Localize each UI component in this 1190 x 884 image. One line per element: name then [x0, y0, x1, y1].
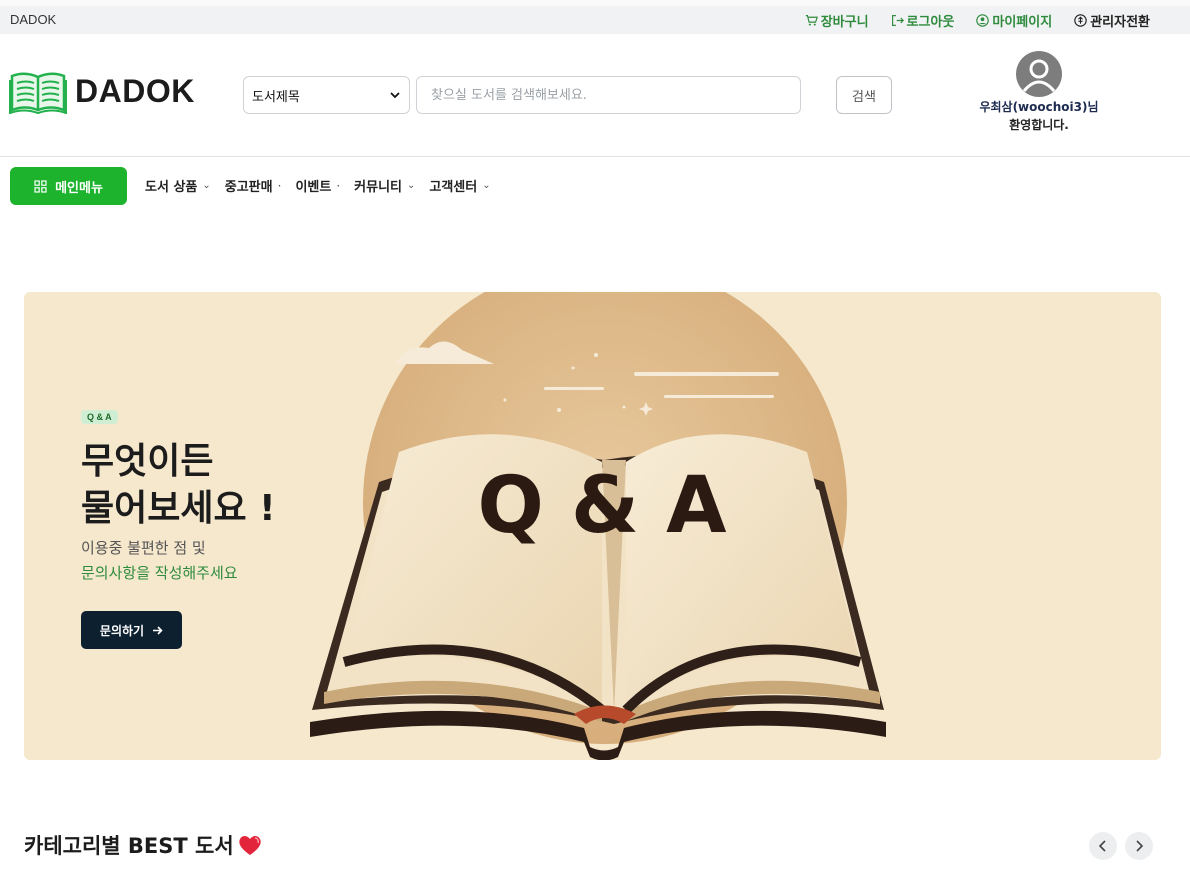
main-menu-label: 메인메뉴 — [55, 180, 103, 196]
user-circle-icon — [976, 14, 990, 27]
admin-switch-icon — [1074, 14, 1087, 27]
logo-text: DADOK — [75, 72, 195, 109]
nav-item-support[interactable]: 고객센터 ⌄ — [429, 176, 490, 195]
search-button[interactable]: 검색 — [836, 76, 892, 114]
headline-line-1: 무엇이든 — [81, 441, 214, 482]
admin-switch-link[interactable]: 관리자전환 — [1074, 11, 1150, 30]
cart-link[interactable]: 장바구니 — [805, 11, 869, 30]
chevron-down-icon: ⌄ — [482, 180, 491, 191]
next-arrow-button[interactable] — [1125, 832, 1153, 860]
user-panel: 우최삼(woochoi3)님 환영합니다. — [966, 51, 1112, 134]
best-section-title: 카테고리별 BEST 도서 — [24, 830, 264, 860]
cart-icon — [805, 15, 818, 26]
grid-icon — [34, 179, 47, 193]
user-name: 우최삼(woochoi3)님 — [979, 100, 1099, 114]
nav-item-events[interactable]: 이벤트 · — [295, 176, 341, 196]
mypage-link[interactable]: 마이페이지 — [976, 11, 1052, 30]
qna-banner: Q & A Q & A 무엇이든 물어보세요 ! 이용중 불편한 점 및 문의사… — [24, 292, 1161, 760]
main-menu-button[interactable]: 메인메뉴 — [10, 167, 127, 205]
best-title-text: 카테고리별 BEST 도서 — [24, 834, 234, 858]
search-input[interactable] — [416, 76, 801, 114]
ask-question-button[interactable]: 문의하기 — [81, 611, 182, 649]
chevron-down-icon — [390, 92, 400, 99]
banner-sub-line-1: 이용중 불편한 점 및 — [81, 539, 206, 557]
nav-item-community[interactable]: 커뮤니티 ⌄ — [354, 176, 415, 195]
chevron-left-icon — [1098, 840, 1106, 852]
admin-switch-label: 관리자전환 — [1090, 15, 1150, 30]
dot-icon: · — [277, 178, 282, 193]
nav-item-label: 이벤트 — [295, 180, 332, 195]
banner-headline: 무엇이든 물어보세요 ! — [81, 438, 276, 532]
avatar[interactable] — [1016, 51, 1062, 97]
book-qna-text: Q & A — [477, 461, 726, 551]
mypage-label: 마이페이지 — [992, 15, 1053, 30]
nav-item-label: 중고판매 — [224, 180, 273, 195]
logout-icon — [891, 15, 904, 26]
logout-link[interactable]: 로그아웃 — [891, 11, 955, 30]
chevron-right-icon — [1136, 840, 1144, 852]
search-category-value: 도서제목 — [252, 89, 300, 105]
qna-badge: Q & A — [81, 410, 118, 424]
banner-sub-line-2: 문의사항을 작성해주세요 — [81, 564, 238, 582]
cart-label: 장바구니 — [820, 15, 869, 30]
user-welcome: 환영합니다. — [1009, 118, 1069, 132]
nav-item-used-sales[interactable]: 중고판매 · — [224, 176, 282, 196]
logout-label: 로그아웃 — [906, 15, 955, 30]
logo[interactable]: DADOK — [9, 68, 195, 114]
user-avatar-icon — [1022, 59, 1056, 92]
main-nav: 메인메뉴 도서 상품 ⌄ 중고판매 · 이벤트 · 커뮤니티 ⌄ 고객센터 ⌄ — [0, 157, 1190, 213]
dot-icon: · — [336, 178, 341, 193]
top-brand: DADOK — [10, 12, 57, 27]
book-logo-icon — [9, 72, 67, 114]
nav-items: 도서 상품 ⌄ 중고판매 · 이벤트 · 커뮤니티 ⌄ 고객센터 ⌄ — [145, 176, 505, 196]
prev-arrow-button[interactable] — [1089, 832, 1117, 860]
top-links: 장바구니 로그아웃 마이페이지 관리자전환 — [805, 11, 1150, 30]
top-bar: DADOK 장바구니 로그아웃 마이페이지 관리자전환 — [0, 0, 1190, 34]
nav-item-label: 커뮤니티 — [354, 180, 402, 195]
chevron-down-icon: ⌄ — [202, 180, 211, 191]
nav-item-books[interactable]: 도서 상품 ⌄ — [145, 176, 211, 195]
nav-item-label: 도서 상품 — [145, 180, 198, 195]
search-category-select[interactable]: 도서제목 — [243, 76, 410, 114]
ask-question-label: 문의하기 — [99, 623, 145, 638]
headline-line-2: 물어보세요 ! — [81, 488, 276, 529]
arrow-right-icon — [153, 625, 163, 635]
chevron-down-icon: ⌄ — [407, 180, 416, 191]
heart-icon — [238, 836, 261, 855]
nav-item-label: 고객센터 — [429, 180, 478, 195]
site-header: DADOK 도서제목 검색 우최삼(woochoi3)님 환영합니다. — [0, 34, 1190, 157]
